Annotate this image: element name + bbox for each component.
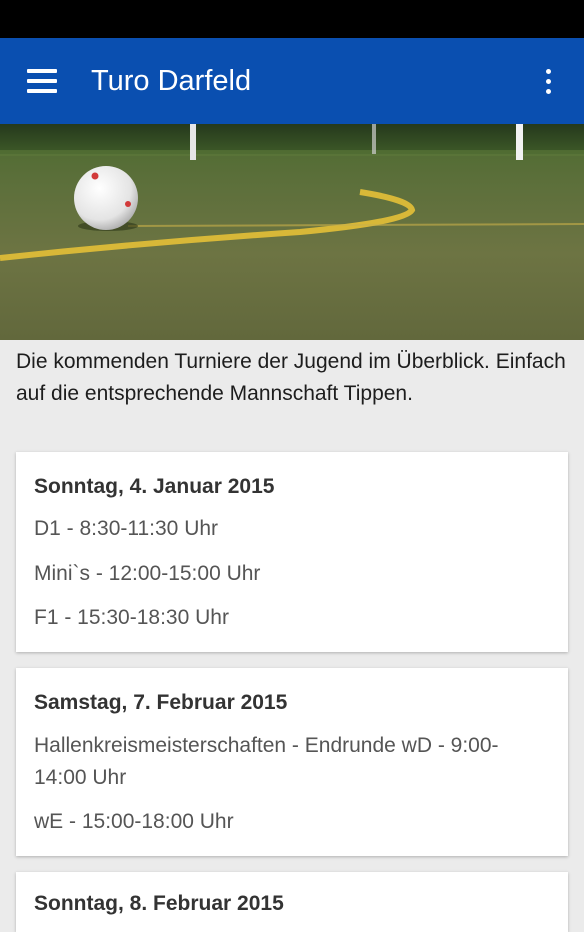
event-date: Samstag, 7. Februar 2015 [34, 691, 288, 714]
status-bar [0, 0, 584, 38]
event-item[interactable]: Hallenkreismeisterschaften - Endrunde wD… [34, 730, 544, 794]
event-date: Sonntag, 4. Januar 2015 [34, 475, 275, 498]
more-options-icon[interactable] [526, 53, 570, 109]
header-image [0, 124, 584, 340]
hamburger-menu-icon[interactable] [14, 53, 70, 109]
event-item[interactable]: wE - 15:00-18:00 Uhr [34, 806, 544, 838]
event-card[interactable]: Sonntag, 8. Februar 2015 [16, 872, 568, 932]
app-title: Turo Darfeld [91, 64, 252, 97]
event-card[interactable]: Sonntag, 4. Januar 2015 D1 - 8:30-11:30 … [16, 452, 568, 652]
event-date: Sonntag, 8. Februar 2015 [34, 892, 284, 915]
event-item[interactable]: Mini`s - 12:00-15:00 Uhr [34, 558, 544, 590]
app-bar: Turo Darfeld [0, 38, 584, 124]
event-item[interactable]: D1 - 8:30-11:30 Uhr [34, 513, 544, 545]
intro-text: Die kommenden Turniere der Jugend im Übe… [16, 350, 566, 405]
event-card[interactable]: Samstag, 7. Februar 2015 Hallenkreismeis… [16, 668, 568, 856]
event-item[interactable]: F1 - 15:30-18:30 Uhr [34, 602, 544, 634]
